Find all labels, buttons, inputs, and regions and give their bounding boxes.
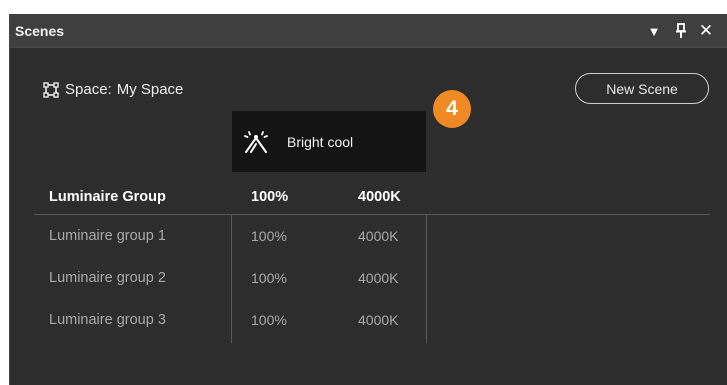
scene-name: Bright cool [287,133,354,150]
scenes-panel: Scenes ▼ ✕ Space: My Space New Scene Bri… [9,14,727,385]
column-header-intensity[interactable]: 100% [251,179,288,214]
cct-value[interactable]: 4000K [358,215,398,257]
table-header-row: Luminaire Group 100% 4000K [34,179,710,215]
luminaire-group-name: Luminaire group 1 [49,228,166,244]
luminaire-group-table: Luminaire Group 100% 4000K Luminaire gro… [34,179,710,343]
close-icon[interactable]: ✕ [695,14,717,48]
new-scene-button[interactable]: New Scene [575,73,709,104]
space-name: My Space [116,81,184,98]
cct-value[interactable]: 4000K [358,299,398,341]
scene-column-header[interactable]: Bright cool [232,111,426,172]
column-header-luminaire-group: Luminaire Group [49,188,166,205]
space-label: Space: My Space [43,81,183,98]
space-prefix: Space: [65,81,112,98]
table-row[interactable]: Luminaire group 1 100% 4000K [34,215,710,257]
column-header-cct[interactable]: 4000K [358,179,401,214]
space-frame-icon [43,81,59,98]
luminaire-group-name: Luminaire group 3 [49,312,166,328]
panel-title: Scenes [15,23,65,39]
pin-icon[interactable] [670,14,692,48]
scene-rays-icon [244,130,268,153]
cct-value[interactable]: 4000K [358,257,398,299]
step-badge: 4 [433,90,471,128]
column-divider-right [426,215,427,343]
table-row[interactable]: Luminaire group 2 100% 4000K [34,257,710,299]
dropdown-icon[interactable]: ▼ [643,14,665,48]
intensity-value[interactable]: 100% [251,299,287,341]
intensity-value[interactable]: 100% [251,257,287,299]
panel-titlebar: Scenes ▼ ✕ [10,14,727,48]
intensity-value[interactable]: 100% [251,215,287,257]
luminaire-group-name: Luminaire group 2 [49,270,166,286]
table-row[interactable]: Luminaire group 3 100% 4000K [34,299,710,341]
column-divider-left [231,215,232,343]
